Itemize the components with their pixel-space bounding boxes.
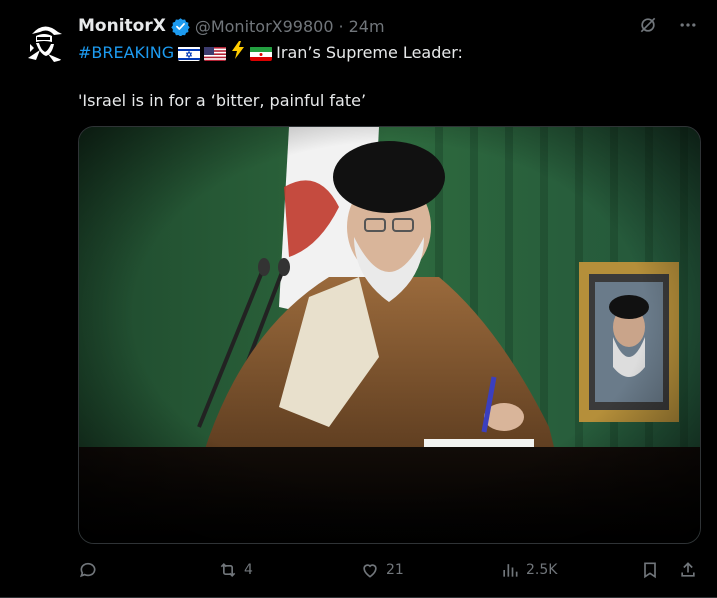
verified-badge-icon [171,17,190,37]
avatar[interactable] [18,14,70,66]
iran-flag-icon [250,46,273,61]
action-bar: 4 21 2.5K [78,558,699,582]
views-button[interactable]: 2.5K [500,558,557,582]
heart-icon [363,564,377,578]
tweet-text-line-1: #BREAKING Iran’s Supreme Leader: [78,41,463,65]
like-count: 21 [386,562,404,578]
photo-image [79,127,700,543]
reply-icon [79,562,96,578]
lightning-icon [230,41,246,65]
view-count: 2.5K [526,562,558,578]
bookmark-button[interactable] [640,558,660,582]
repost-icon [220,562,236,578]
author-display-name[interactable]: MonitorX [78,16,166,36]
more-options-icon[interactable] [677,14,699,36]
share-button[interactable] [678,558,698,582]
hashtag-link[interactable]: #BREAKING [78,42,174,64]
israel-flag-icon [178,46,201,61]
tweet-post[interactable]: MonitorX @MonitorX99800 · 24m #BREAKING … [0,0,717,598]
repost-count: 4 [244,562,253,578]
avatar-logo-icon [18,14,70,66]
grok-icon[interactable] [637,14,659,36]
reply-button[interactable] [78,558,104,582]
share-icon [681,562,695,577]
post-timestamp[interactable]: 24m [349,17,385,36]
repost-button[interactable]: 4 [218,558,253,582]
headline-text: Iran’s Supreme Leader: [276,43,463,62]
bookmark-icon [644,562,656,579]
author-handle[interactable]: @MonitorX99800 [195,17,334,36]
quote-text: 'Israel is in for a ‘bitter, painful fat… [78,91,367,110]
views-chart-icon [503,564,518,577]
usa-flag-icon [204,46,227,61]
like-button[interactable]: 21 [360,558,404,582]
top-actions [637,14,699,36]
post-media-photo[interactable] [78,126,701,544]
separator-dot: · [338,16,344,36]
tweet-header: MonitorX @MonitorX99800 · 24m [78,14,385,38]
